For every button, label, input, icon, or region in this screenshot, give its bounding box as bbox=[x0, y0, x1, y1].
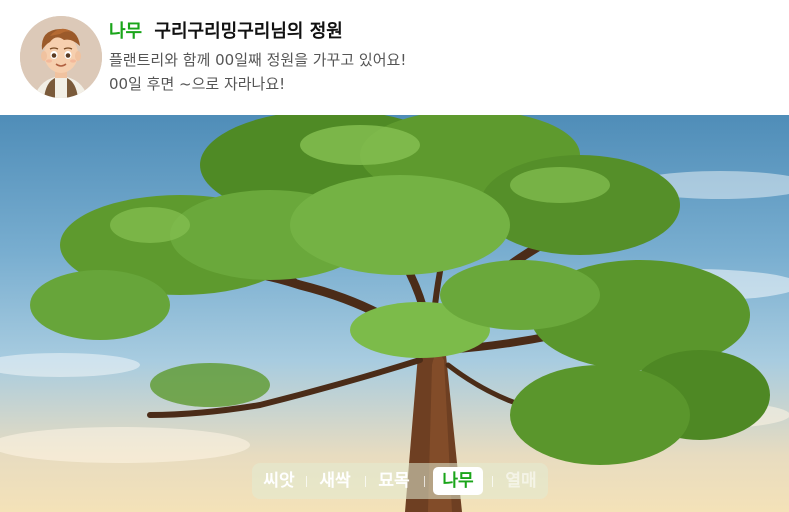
garden-header: 나무 구리구리밍구리님의 정원 플랜트리와 함께 00일째 정원을 가꾸고 있어… bbox=[0, 0, 789, 115]
next-stage-text: 00일 후면 ~으로 자라나요! bbox=[109, 75, 286, 93]
tree-scene bbox=[0, 115, 789, 512]
stage-divider bbox=[306, 476, 307, 487]
stage-tab-fruit[interactable]: 열매 bbox=[498, 467, 544, 495]
garden-title-line: 나무 구리구리밍구리님의 정원 bbox=[109, 20, 343, 44]
growth-stage-tabs: 씨앗 새싹 묘목 나무 열매 bbox=[252, 463, 548, 499]
current-stage-label: 나무 bbox=[109, 21, 143, 42]
stage-tab-sprout[interactable]: 새싹 bbox=[312, 467, 358, 495]
stage-divider bbox=[492, 476, 493, 487]
stage-tab-tree[interactable]: 나무 bbox=[433, 467, 483, 495]
garden-days-text: 플랜트리와 함께 00일째 정원을 가꾸고 있어요! bbox=[109, 51, 407, 69]
stage-tab-seed[interactable]: 씨앗 bbox=[256, 467, 302, 495]
stage-tab-sapling[interactable]: 묘목 bbox=[371, 467, 417, 495]
stage-divider bbox=[365, 476, 366, 487]
tree-illustration bbox=[0, 115, 789, 512]
stage-divider bbox=[424, 476, 425, 487]
garden-title: 구리구리밍구리님의 정원 bbox=[154, 21, 343, 42]
avatar bbox=[20, 16, 102, 98]
